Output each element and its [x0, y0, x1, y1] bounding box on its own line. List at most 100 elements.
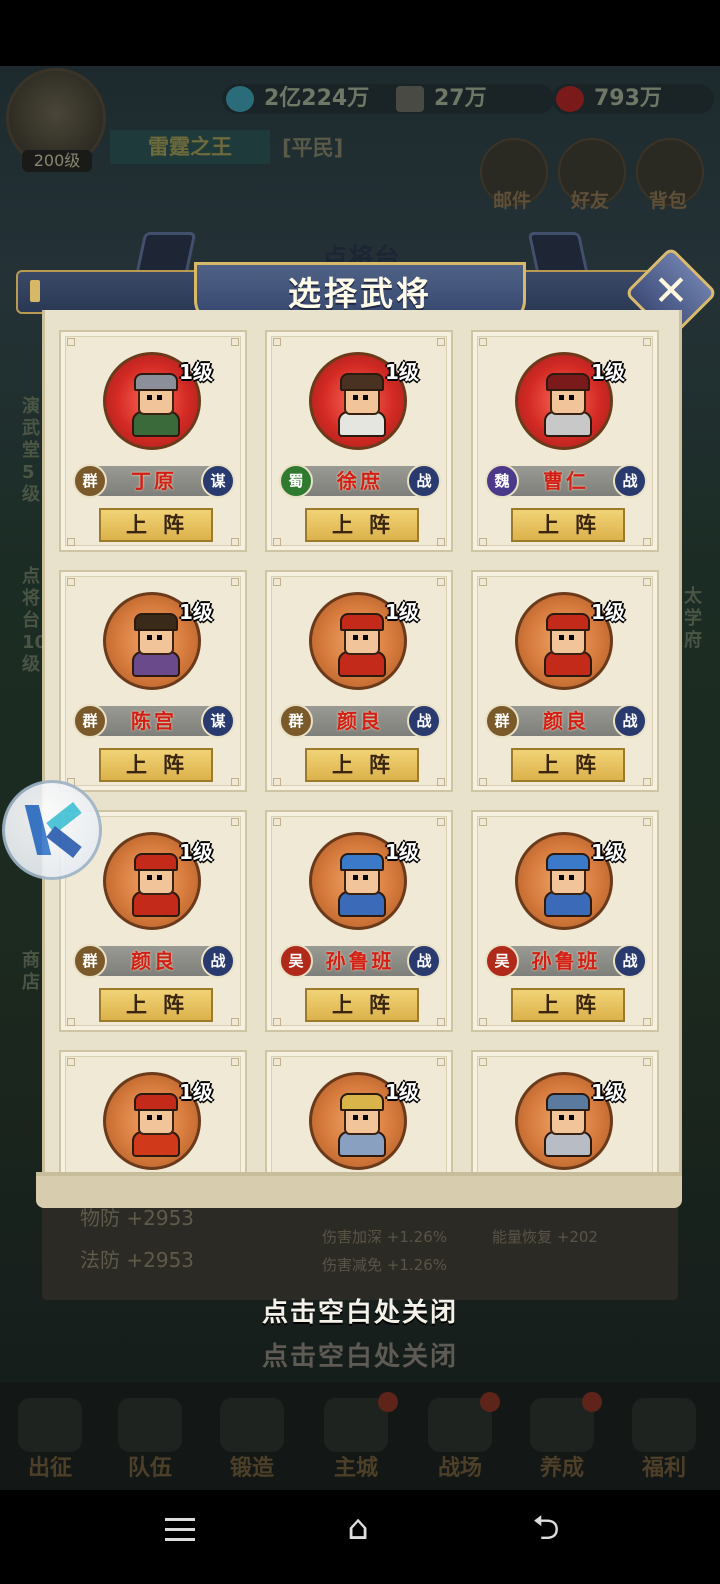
- general-avatar-icon: [336, 1093, 386, 1157]
- general-avatar-icon: [542, 1093, 592, 1157]
- general-avatar-icon: [336, 373, 386, 437]
- card-corner-ornament: [231, 578, 239, 586]
- notification-dot: [378, 1392, 398, 1412]
- general-avatar-icon: [130, 853, 180, 917]
- status-bar: [0, 0, 720, 66]
- card-corner-ornament: [643, 1058, 651, 1066]
- deploy-button[interactable]: 上阵: [305, 748, 419, 782]
- general-card[interactable]: 1级: [265, 1050, 453, 1180]
- general-name-bar: 群颜良战: [485, 704, 647, 738]
- general-name: 徐庶: [337, 469, 383, 493]
- general-avatar-icon: [542, 853, 592, 917]
- card-corner-ornament: [437, 1058, 445, 1066]
- general-level: 1级: [385, 600, 419, 624]
- card-corner-ornament: [479, 538, 487, 546]
- deploy-button[interactable]: 上阵: [99, 988, 213, 1022]
- general-name: 颜良: [337, 709, 383, 733]
- heart-icon: [556, 86, 584, 112]
- role-badge: 战: [613, 944, 647, 978]
- floating-assistant-button[interactable]: [2, 780, 102, 880]
- generals-list[interactable]: 1级群丁原谋上阵 1级蜀徐庶战上阵 1级魏曹仁战上阵 1级群陈宫谋上阵 1级群颜良战上阵…: [42, 310, 682, 1180]
- general-level: 1级: [591, 1080, 625, 1104]
- close-hint-shadow: 点击空白处关闭: [261, 1342, 458, 1372]
- general-name-bar: 群颜良战: [73, 944, 235, 978]
- card-corner-ornament: [273, 538, 281, 546]
- general-card[interactable]: 1级吴孙鲁班战上阵: [471, 810, 659, 1032]
- card-corner-ornament: [437, 338, 445, 346]
- general-card[interactable]: 1级蜀徐庶战上阵: [265, 330, 453, 552]
- general-card[interactable]: 1级吴孙鲁班战上阵: [265, 810, 453, 1032]
- card-corner-ornament: [643, 1018, 651, 1026]
- card-corner-ornament: [231, 1058, 239, 1066]
- general-level: 1级: [179, 1080, 213, 1104]
- faction-badge: 吴: [279, 944, 313, 978]
- deploy-button[interactable]: 上阵: [511, 748, 625, 782]
- general-card[interactable]: 1级魏曹仁战上阵: [471, 330, 659, 552]
- card-corner-ornament: [273, 1058, 281, 1066]
- faction-badge: 群: [73, 944, 107, 978]
- notification-dot: [480, 1392, 500, 1412]
- card-corner-ornament: [231, 1018, 239, 1026]
- deploy-button[interactable]: 上阵: [305, 988, 419, 1022]
- nav-growth: 养成: [539, 1456, 584, 1481]
- role-badge: 战: [613, 464, 647, 498]
- general-card[interactable]: 1级: [59, 1050, 247, 1180]
- general-level: 1级: [591, 840, 625, 864]
- general-card[interactable]: 1级群丁原谋上阵: [59, 330, 247, 552]
- general-avatar-icon: [336, 613, 386, 677]
- menu-icon[interactable]: [160, 1510, 200, 1550]
- card-corner-ornament: [273, 338, 281, 346]
- faction-badge: 群: [73, 464, 107, 498]
- nav-team-icon: [118, 1398, 182, 1452]
- card-corner-ornament: [273, 818, 281, 826]
- general-name-bar: 吴孙鲁班战: [485, 944, 647, 978]
- card-corner-ornament: [479, 1018, 487, 1026]
- bag-label: 背包: [648, 190, 687, 212]
- general-card[interactable]: 1级群陈宫谋上阵: [59, 570, 247, 792]
- notification-dot: [582, 1392, 602, 1412]
- card-corner-ornament: [273, 1018, 281, 1026]
- card-corner-ornament: [479, 818, 487, 826]
- home-icon[interactable]: ⌂: [338, 1508, 378, 1548]
- player-name: 雷霆之王: [110, 130, 270, 164]
- deploy-button[interactable]: 上阵: [511, 508, 625, 542]
- card-corner-ornament: [231, 538, 239, 546]
- general-card[interactable]: 1级: [471, 1050, 659, 1180]
- card-corner-ornament: [643, 578, 651, 586]
- card-corner-ornament: [67, 338, 75, 346]
- general-level: 1级: [591, 360, 625, 384]
- deploy-button[interactable]: 上阵: [305, 508, 419, 542]
- card-corner-ornament: [643, 818, 651, 826]
- general-card[interactable]: 1级群颜良战上阵: [471, 570, 659, 792]
- general-avatar-icon: [130, 1093, 180, 1157]
- stat-magic-defense: 法防 +2953: [80, 1244, 194, 1273]
- general-name: 孙鲁班: [531, 949, 601, 973]
- general-name-bar: 群颜良战: [279, 704, 441, 738]
- general-name: 丁原: [131, 469, 177, 493]
- nav-battlefield: 战场: [437, 1456, 482, 1481]
- card-corner-ornament: [67, 1018, 75, 1026]
- scroll-resource: 27万: [392, 84, 554, 114]
- general-level: 1级: [179, 600, 213, 624]
- stat-value: +2953: [126, 1248, 195, 1272]
- general-name: 陈宫: [131, 709, 177, 733]
- general-card[interactable]: 1级群颜良战上阵: [265, 570, 453, 792]
- general-name-bar: 吴孙鲁班战: [279, 944, 441, 978]
- deploy-button[interactable]: 上阵: [99, 748, 213, 782]
- deploy-button[interactable]: 上阵: [511, 988, 625, 1022]
- general-name: 颜良: [131, 949, 177, 973]
- general-level: 1级: [591, 600, 625, 624]
- nav-forge: 锻造: [229, 1456, 274, 1481]
- general-avatar-icon: [336, 853, 386, 917]
- role-badge: 战: [613, 704, 647, 738]
- general-name-bar: 魏曹仁战: [485, 464, 647, 498]
- general-name: 颜良: [543, 709, 589, 733]
- close-hint: 点击空白处关闭: [261, 1298, 458, 1328]
- deploy-button[interactable]: 上阵: [99, 508, 213, 542]
- card-corner-ornament: [437, 578, 445, 586]
- dialog-scroll-edge: [36, 1172, 682, 1208]
- heart-resource: 793万: [552, 84, 714, 114]
- faction-badge: 群: [279, 704, 313, 738]
- card-corner-ornament: [479, 338, 487, 346]
- back-icon[interactable]: ⮌: [526, 1508, 566, 1548]
